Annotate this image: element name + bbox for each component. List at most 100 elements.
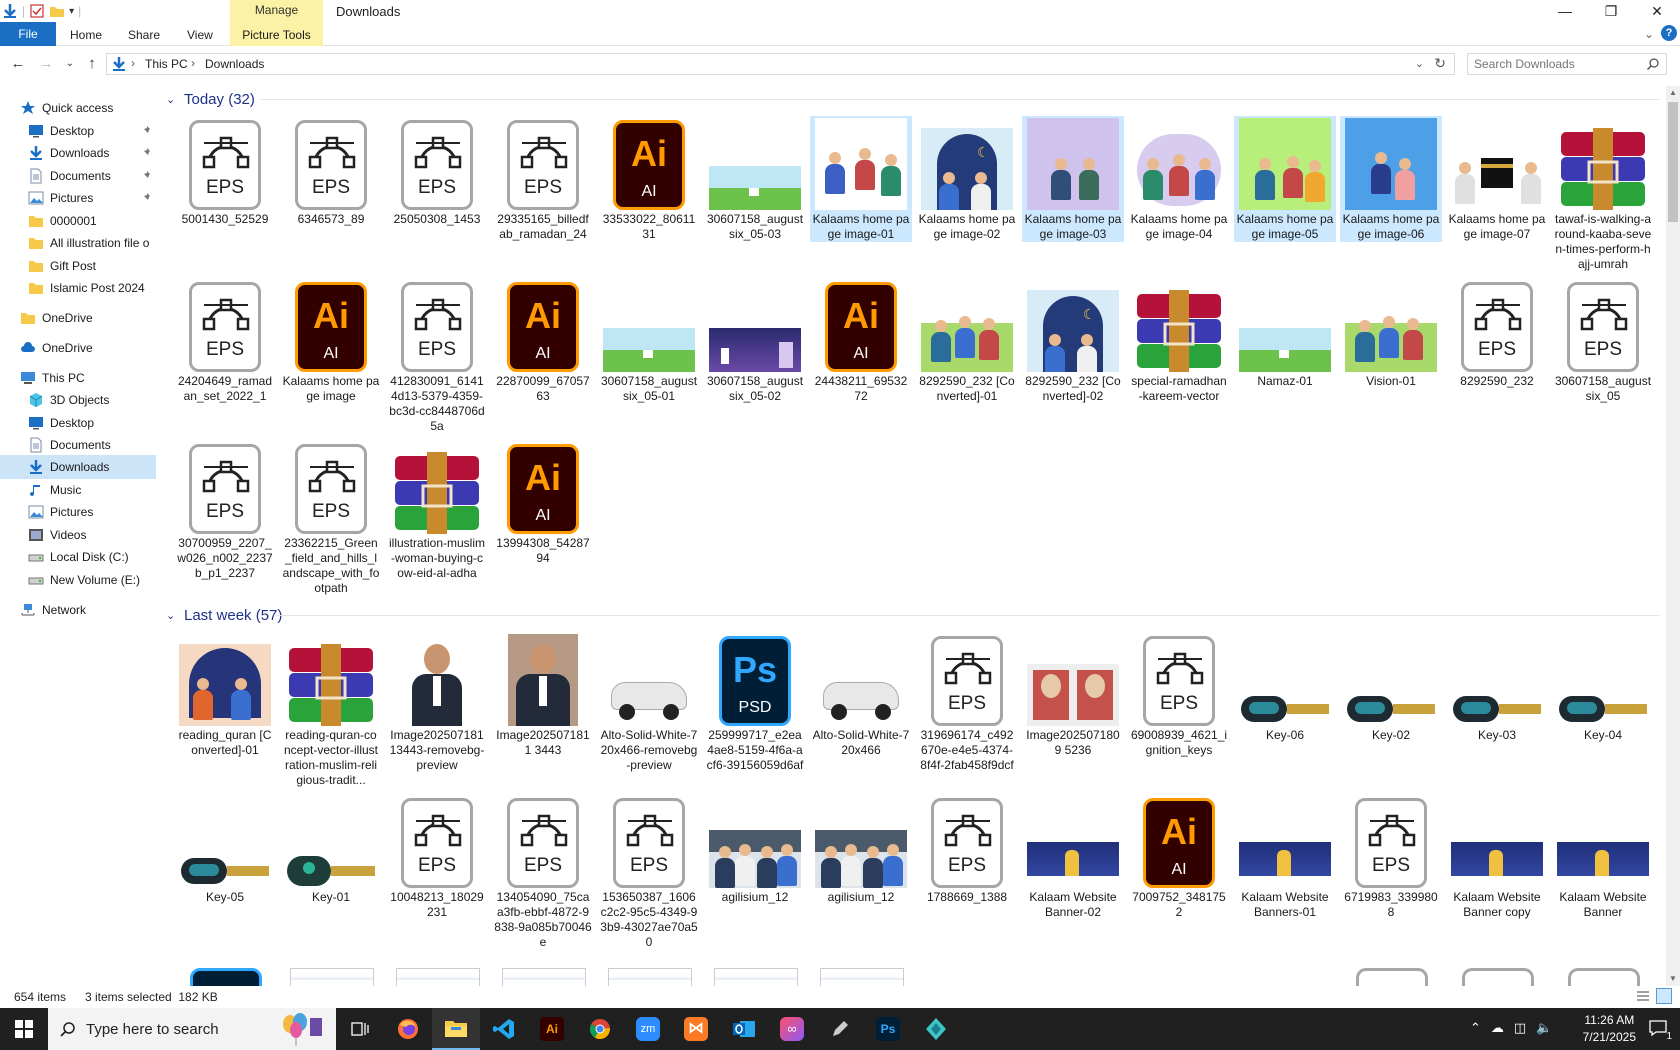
tab-view[interactable]: View (187, 22, 213, 46)
file-item[interactable]: EPS 69008939_4621_ignition_keys (1128, 632, 1230, 758)
file-item[interactable]: Kalaams home page image-03 (1022, 116, 1124, 242)
file-item[interactable]: Kalaams home page image-06 (1340, 116, 1442, 242)
sidebar-item[interactable]: Gift Post (0, 254, 156, 278)
file-item[interactable]: EPS 319696174_c492670e-e4e5-4374-8f4f-2fa… (916, 632, 1018, 773)
file-item[interactable]: 30607158_augustsix_05-01 (598, 278, 700, 404)
file-item[interactable]: Ai AI 13994308_5428794 (492, 440, 594, 566)
sidebar-item[interactable]: Downloads (0, 455, 156, 479)
partial-file-thumbnail[interactable] (290, 968, 374, 986)
file-tab[interactable]: File (0, 22, 56, 46)
sidebar-item[interactable]: Downloads (0, 141, 156, 165)
file-item[interactable]: Kalaam Website Banner copy (1446, 794, 1548, 920)
taskbar-illustrator[interactable]: Ai (528, 1008, 576, 1050)
file-item[interactable]: Key-05 (174, 794, 276, 905)
chevron-up-icon[interactable]: ⌃ (1470, 1020, 1481, 1036)
sidebar-item[interactable]: Quick access (0, 96, 156, 120)
volume-icon[interactable]: 🔈 (1536, 1020, 1552, 1036)
refresh-icon[interactable]: ↻ (1434, 55, 1446, 72)
sidebar-item[interactable]: New Volume (E:) (0, 568, 156, 592)
file-item[interactable]: agilisium_12 (704, 794, 806, 905)
file-item[interactable]: reading-quran-concept-vector-illustratio… (280, 632, 382, 788)
taskbar-xampp[interactable]: ⋈ (672, 1008, 720, 1050)
back-button[interactable]: ← (8, 54, 28, 74)
taskbar-outlook[interactable] (720, 1008, 768, 1050)
notifications-button[interactable]: 1 (1648, 1018, 1672, 1042)
tab-picture-tools[interactable]: Picture Tools (230, 22, 323, 46)
scroll-down-icon[interactable]: ▼ (1666, 972, 1680, 986)
file-item[interactable]: EPS 23362215_Green_field_and_hills_landsc… (280, 440, 382, 596)
taskbar-app-diamond[interactable] (912, 1008, 960, 1050)
partial-file-thumbnail[interactable] (820, 968, 904, 986)
taskbar-pen-tool[interactable] (816, 1008, 864, 1050)
sidebar-item[interactable]: Documents (0, 433, 156, 457)
file-item[interactable]: Ai AI 24438211_6953272 (810, 278, 912, 404)
file-item[interactable]: Key-06 (1234, 632, 1336, 743)
taskbar-photoshop[interactable]: Ps (864, 1008, 912, 1050)
partial-file-thumbnail[interactable] (1462, 968, 1534, 986)
file-item[interactable]: illustration-muslim-woman-buying-cow-eid… (386, 440, 488, 581)
sidebar-item[interactable]: Desktop (0, 411, 156, 435)
sidebar-item[interactable]: Documents (0, 164, 156, 188)
file-item[interactable]: EPS 1788669_1388 (916, 794, 1018, 905)
file-item[interactable]: EPS 25050308_1453 (386, 116, 488, 227)
taskbar-chrome[interactable] (576, 1008, 624, 1050)
file-item[interactable]: EPS 6346573_89 (280, 116, 382, 227)
file-item[interactable]: Alto-Solid-White-720x466 (810, 632, 912, 758)
file-item[interactable]: EPS 30607158_augustsix_05 (1552, 278, 1654, 404)
file-item[interactable]: Kalaam Website Banner (1552, 794, 1654, 920)
sidebar-item[interactable]: OneDrive (0, 306, 156, 330)
partial-file-thumbnail[interactable] (502, 968, 586, 986)
file-item[interactable]: EPS 5001430_52529 (174, 116, 276, 227)
sidebar-item[interactable]: OneDrive (0, 336, 156, 360)
file-item[interactable]: EPS 10048213_18029231 (386, 794, 488, 920)
file-item[interactable]: EPS 30700959_2207_w026_n002_2237b_p1_2237 (174, 440, 276, 581)
properties-icon[interactable] (29, 3, 45, 19)
sidebar-item[interactable]: 0000001 (0, 209, 156, 233)
partial-file-thumbnail[interactable] (396, 968, 480, 986)
clock[interactable]: 11:26 AM 7/21/2025 (1583, 1012, 1636, 1046)
manage-context-tab[interactable]: Manage (230, 0, 323, 22)
sidebar-item[interactable]: All illustration file o (0, 231, 156, 255)
file-item[interactable]: EPS 29335165_billedfab_ramadan_24 (492, 116, 594, 242)
file-item[interactable]: Ai AI 7009752_3481752 (1128, 794, 1230, 920)
group-header[interactable]: ⌄ Last week (57) (166, 604, 282, 626)
expand-ribbon-icon[interactable]: ⌄ (1644, 27, 1654, 41)
partial-file-thumbnail[interactable] (714, 968, 798, 986)
taskbar-vscode[interactable] (480, 1008, 528, 1050)
file-item[interactable]: ☾ Kalaams home page image-02 (916, 116, 1018, 242)
sidebar-item[interactable]: Islamic Post 2024 (0, 276, 156, 300)
file-item[interactable]: Kalaams home page image-07 (1446, 116, 1548, 242)
customize-qat-icon[interactable]: ▾ (69, 6, 74, 17)
sidebar-item[interactable]: Network (0, 598, 156, 622)
file-item[interactable]: Ai AI 33533022_8061131 (598, 116, 700, 242)
file-item[interactable]: Kalaam Website Banners-01 (1234, 794, 1336, 920)
partial-file-thumbnail[interactable] (1356, 968, 1428, 986)
search-box[interactable] (1467, 53, 1667, 75)
file-item[interactable]: Namaz-01 (1234, 278, 1336, 389)
breadcrumb-this-pc[interactable]: This PC (145, 57, 188, 71)
file-item[interactable]: EPS 412830091_61414d13-5379-4359-bc3d-cc8… (386, 278, 488, 434)
tab-share[interactable]: Share (128, 22, 160, 46)
search-input[interactable] (1474, 56, 1644, 72)
sidebar-item[interactable]: Pictures (0, 186, 156, 210)
file-item[interactable]: Key-02 (1340, 632, 1442, 743)
file-item[interactable]: Kalaams home page image-01 (810, 116, 912, 242)
file-item[interactable]: Ps PSD 259999717_e2ea4ae8-5159-4f6a-acf6-3… (704, 632, 806, 773)
forward-button[interactable]: → (36, 54, 56, 74)
group-header[interactable]: ⌄ Today (32) (166, 88, 255, 110)
large-icons-view-icon[interactable] (1656, 988, 1672, 1004)
sidebar-item[interactable]: Videos (0, 523, 156, 547)
file-item[interactable]: ☾ 8292590_232 [Converted]-02 (1022, 278, 1124, 404)
file-item[interactable]: EPS 8292590_232 (1446, 278, 1548, 389)
tab-home[interactable]: Home (70, 22, 102, 46)
search-icon[interactable] (1646, 57, 1660, 71)
recent-locations-button[interactable]: ⌄ (60, 54, 80, 74)
sidebar-item[interactable]: Music (0, 478, 156, 502)
download-arrow-icon[interactable] (2, 3, 18, 19)
file-item[interactable]: Kalaams home page image-04 (1128, 116, 1230, 242)
taskbar-zoom[interactable]: zm (624, 1008, 672, 1050)
partial-file-thumbnail[interactable] (608, 968, 692, 986)
file-item[interactable]: Key-04 (1552, 632, 1654, 743)
file-item[interactable]: Image2025071809 5236 (1022, 632, 1124, 758)
minimize-button[interactable]: — (1542, 0, 1588, 22)
